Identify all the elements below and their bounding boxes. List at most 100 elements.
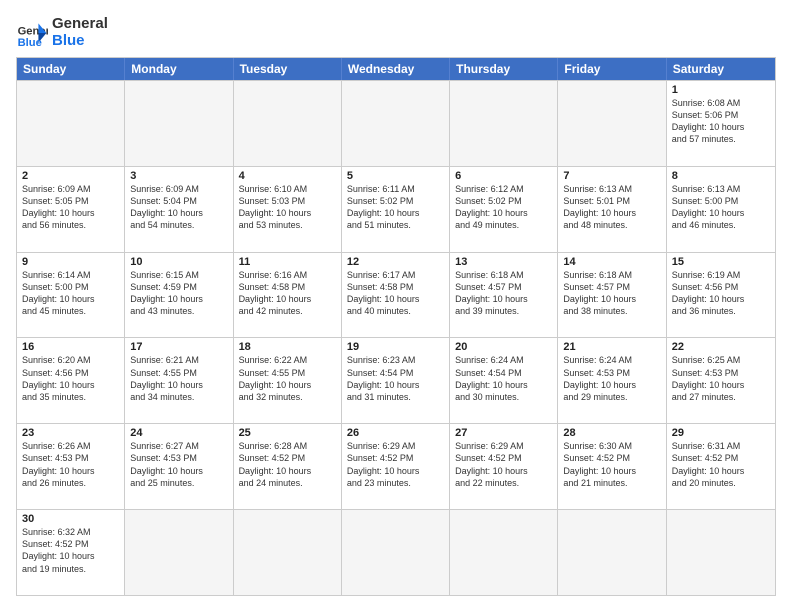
day-info: Sunrise: 6:24 AM Sunset: 4:53 PM Dayligh… [563,354,660,403]
calendar-cell: 17Sunrise: 6:21 AM Sunset: 4:55 PM Dayli… [125,338,233,423]
calendar-cell [558,510,666,595]
calendar-cell: 6Sunrise: 6:12 AM Sunset: 5:02 PM Daylig… [450,167,558,252]
day-number: 3 [130,170,227,182]
logo-general-text: General [52,16,108,33]
day-info: Sunrise: 6:25 AM Sunset: 4:53 PM Dayligh… [672,354,770,403]
day-info: Sunrise: 6:09 AM Sunset: 5:05 PM Dayligh… [22,183,119,232]
page: General Blue General Blue SundayMondayTu… [0,0,792,612]
day-info: Sunrise: 6:13 AM Sunset: 5:00 PM Dayligh… [672,183,770,232]
day-info: Sunrise: 6:15 AM Sunset: 4:59 PM Dayligh… [130,269,227,318]
day-info: Sunrise: 6:17 AM Sunset: 4:58 PM Dayligh… [347,269,444,318]
weekday-header-monday: Monday [125,58,233,80]
day-number: 29 [672,427,770,439]
calendar-cell: 18Sunrise: 6:22 AM Sunset: 4:55 PM Dayli… [234,338,342,423]
weekday-header-friday: Friday [558,58,666,80]
day-info: Sunrise: 6:29 AM Sunset: 4:52 PM Dayligh… [347,440,444,489]
day-info: Sunrise: 6:09 AM Sunset: 5:04 PM Dayligh… [130,183,227,232]
day-number: 4 [239,170,336,182]
header: General Blue General Blue [16,16,776,49]
calendar-cell: 8Sunrise: 6:13 AM Sunset: 5:00 PM Daylig… [667,167,775,252]
day-number: 11 [239,256,336,268]
day-info: Sunrise: 6:18 AM Sunset: 4:57 PM Dayligh… [563,269,660,318]
calendar-cell [342,81,450,166]
weekday-header-saturday: Saturday [667,58,775,80]
day-number: 1 [672,84,770,96]
day-info: Sunrise: 6:08 AM Sunset: 5:06 PM Dayligh… [672,97,770,146]
weekday-header-sunday: Sunday [17,58,125,80]
day-number: 5 [347,170,444,182]
calendar-cell [234,510,342,595]
weekday-header-tuesday: Tuesday [234,58,342,80]
day-info: Sunrise: 6:27 AM Sunset: 4:53 PM Dayligh… [130,440,227,489]
day-info: Sunrise: 6:19 AM Sunset: 4:56 PM Dayligh… [672,269,770,318]
day-number: 12 [347,256,444,268]
calendar-cell: 7Sunrise: 6:13 AM Sunset: 5:01 PM Daylig… [558,167,666,252]
day-number: 28 [563,427,660,439]
calendar-cell: 13Sunrise: 6:18 AM Sunset: 4:57 PM Dayli… [450,253,558,338]
calendar-cell [450,81,558,166]
day-number: 15 [672,256,770,268]
calendar-cell: 30Sunrise: 6:32 AM Sunset: 4:52 PM Dayli… [17,510,125,595]
calendar-row-1: 2Sunrise: 6:09 AM Sunset: 5:05 PM Daylig… [17,166,775,252]
day-info: Sunrise: 6:21 AM Sunset: 4:55 PM Dayligh… [130,354,227,403]
day-number: 10 [130,256,227,268]
day-info: Sunrise: 6:29 AM Sunset: 4:52 PM Dayligh… [455,440,552,489]
calendar-cell: 19Sunrise: 6:23 AM Sunset: 4:54 PM Dayli… [342,338,450,423]
calendar-cell [234,81,342,166]
day-number: 23 [22,427,119,439]
weekday-header-wednesday: Wednesday [342,58,450,80]
day-info: Sunrise: 6:14 AM Sunset: 5:00 PM Dayligh… [22,269,119,318]
calendar-cell [17,81,125,166]
day-number: 13 [455,256,552,268]
calendar-cell: 9Sunrise: 6:14 AM Sunset: 5:00 PM Daylig… [17,253,125,338]
day-number: 21 [563,341,660,353]
day-number: 17 [130,341,227,353]
day-info: Sunrise: 6:20 AM Sunset: 4:56 PM Dayligh… [22,354,119,403]
day-info: Sunrise: 6:30 AM Sunset: 4:52 PM Dayligh… [563,440,660,489]
calendar-cell [558,81,666,166]
day-number: 18 [239,341,336,353]
calendar-row-2: 9Sunrise: 6:14 AM Sunset: 5:00 PM Daylig… [17,252,775,338]
calendar-header: SundayMondayTuesdayWednesdayThursdayFrid… [17,58,775,80]
day-number: 27 [455,427,552,439]
calendar-row-5: 30Sunrise: 6:32 AM Sunset: 4:52 PM Dayli… [17,509,775,595]
day-info: Sunrise: 6:16 AM Sunset: 4:58 PM Dayligh… [239,269,336,318]
day-info: Sunrise: 6:26 AM Sunset: 4:53 PM Dayligh… [22,440,119,489]
svg-text:Blue: Blue [18,36,42,48]
day-number: 6 [455,170,552,182]
calendar-cell [125,81,233,166]
day-info: Sunrise: 6:11 AM Sunset: 5:02 PM Dayligh… [347,183,444,232]
day-info: Sunrise: 6:32 AM Sunset: 4:52 PM Dayligh… [22,526,119,575]
day-number: 8 [672,170,770,182]
day-number: 24 [130,427,227,439]
day-info: Sunrise: 6:23 AM Sunset: 4:54 PM Dayligh… [347,354,444,403]
calendar-cell [342,510,450,595]
calendar-cell: 16Sunrise: 6:20 AM Sunset: 4:56 PM Dayli… [17,338,125,423]
day-number: 2 [22,170,119,182]
calendar-cell: 12Sunrise: 6:17 AM Sunset: 4:58 PM Dayli… [342,253,450,338]
day-info: Sunrise: 6:18 AM Sunset: 4:57 PM Dayligh… [455,269,552,318]
day-info: Sunrise: 6:22 AM Sunset: 4:55 PM Dayligh… [239,354,336,403]
calendar-cell: 23Sunrise: 6:26 AM Sunset: 4:53 PM Dayli… [17,424,125,509]
day-info: Sunrise: 6:28 AM Sunset: 4:52 PM Dayligh… [239,440,336,489]
logo-blue-text: Blue [52,33,108,50]
day-number: 25 [239,427,336,439]
calendar-cell: 25Sunrise: 6:28 AM Sunset: 4:52 PM Dayli… [234,424,342,509]
calendar-cell: 24Sunrise: 6:27 AM Sunset: 4:53 PM Dayli… [125,424,233,509]
calendar-cell: 21Sunrise: 6:24 AM Sunset: 4:53 PM Dayli… [558,338,666,423]
calendar: SundayMondayTuesdayWednesdayThursdayFrid… [16,57,776,596]
calendar-cell: 11Sunrise: 6:16 AM Sunset: 4:58 PM Dayli… [234,253,342,338]
calendar-body: 1Sunrise: 6:08 AM Sunset: 5:06 PM Daylig… [17,80,775,595]
day-number: 14 [563,256,660,268]
day-info: Sunrise: 6:12 AM Sunset: 5:02 PM Dayligh… [455,183,552,232]
calendar-cell: 22Sunrise: 6:25 AM Sunset: 4:53 PM Dayli… [667,338,775,423]
calendar-cell: 1Sunrise: 6:08 AM Sunset: 5:06 PM Daylig… [667,81,775,166]
weekday-header-thursday: Thursday [450,58,558,80]
calendar-row-3: 16Sunrise: 6:20 AM Sunset: 4:56 PM Dayli… [17,337,775,423]
logo: General Blue General Blue [16,16,108,49]
calendar-cell: 26Sunrise: 6:29 AM Sunset: 4:52 PM Dayli… [342,424,450,509]
calendar-row-4: 23Sunrise: 6:26 AM Sunset: 4:53 PM Dayli… [17,423,775,509]
calendar-cell [667,510,775,595]
day-number: 26 [347,427,444,439]
day-number: 22 [672,341,770,353]
